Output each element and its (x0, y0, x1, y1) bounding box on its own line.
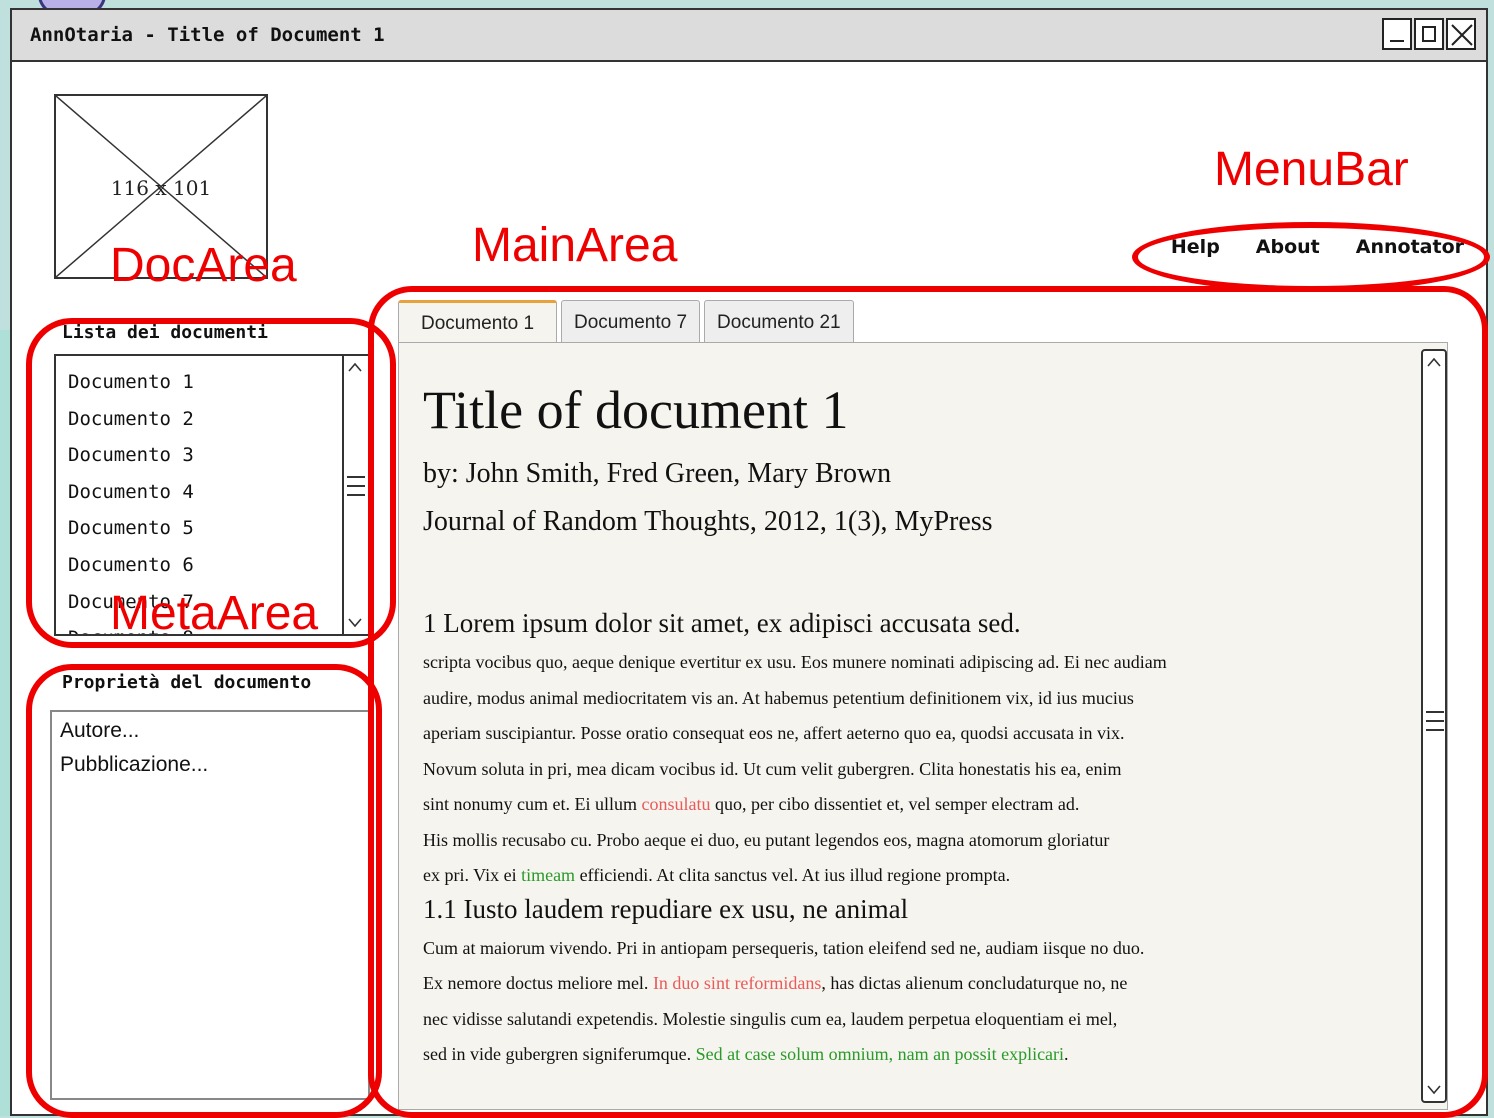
annotation-green[interactable]: Sed at case solum omnium, nam an possit … (696, 1044, 1064, 1064)
app-window: AnnOtaria - Title of Document 1 116 x 10… (10, 8, 1490, 1118)
menu-item-help[interactable]: Help (1171, 236, 1220, 258)
paragraph-line: sed in vide gubergren signiferumque. Sed… (423, 1037, 1343, 1073)
tab-documento-1[interactable]: Documento 1 (398, 300, 558, 344)
meta-author[interactable]: Autore... (52, 714, 368, 748)
paragraph-line: Cum at maiorum vivendo. Pri in antiopam … (423, 937, 1145, 958)
list-item[interactable]: Documento 4 (68, 474, 194, 511)
meta-publication[interactable]: Pubblicazione... (52, 748, 368, 782)
scroll-down-icon[interactable] (1426, 1081, 1442, 1097)
window-controls (1380, 18, 1476, 50)
text-span: ex pri. Vix ei (423, 865, 522, 886)
scroll-thumb[interactable] (1426, 711, 1444, 738)
logo-dimensions: 116 x 101 (110, 176, 212, 200)
window-titlebar[interactable]: AnnOtaria - Title of Document 1 (12, 10, 1486, 62)
document-title: Title of document 1 (423, 380, 849, 440)
document-properties: Autore... Pubblicazione... (50, 710, 370, 1100)
document-authors: by: John Smith, Fred Green, Mary Brown (423, 458, 892, 490)
document-content: Title of document 1 by: John Smith, Fred… (423, 380, 1343, 1073)
annotation-red[interactable]: consulatu (642, 794, 711, 814)
annotation-red[interactable]: In duo sint reformidans (653, 973, 821, 993)
doclist-scrollbar[interactable] (342, 356, 368, 634)
paragraph-line: Ex nemore doctus meliore mel. In duo sin… (423, 966, 1343, 1002)
metaarea-annotation-label: MetaArea (110, 587, 319, 640)
minimize-icon[interactable] (1382, 18, 1412, 50)
text-span: quo, per cibo dissentiet et, vel semper … (710, 794, 1080, 815)
text-span: efficiendi. At clita sanctus vel. At ius… (575, 865, 1011, 886)
document-journal: Journal of Random Thoughts, 2012, 1(3), … (423, 506, 993, 538)
scroll-thumb[interactable] (347, 476, 365, 503)
document-view: Title of document 1 by: John Smith, Fred… (398, 342, 1448, 1110)
document-tabs: Documento 1 Documento 7 Documento 21 (398, 300, 858, 344)
meta-label: Proprietà del documento (62, 672, 312, 693)
paragraph-line: nec vidisse salutandi expetendis. Molest… (423, 1008, 1118, 1029)
list-item[interactable]: Documento 6 (68, 547, 194, 584)
maximize-icon[interactable] (1414, 18, 1444, 50)
paragraph-line: aperiam suscipiantur. Posse oratio conse… (423, 723, 1125, 744)
window-title: AnnOtaria - Title of Document 1 (30, 24, 385, 46)
text-span: Ex nemore doctus meliore mel. (423, 973, 653, 994)
text-span: . (1064, 1044, 1069, 1065)
menubar: Help About Annotator (1171, 236, 1464, 258)
paragraph-line: Novum soluta in pri, mea dicam vocibus i… (423, 758, 1122, 779)
paragraph-line: ex pri. Vix ei timeam efficiendi. At cli… (423, 858, 1343, 894)
section-heading: 1 Lorem ipsum dolor sit amet, ex adipisc… (423, 608, 1021, 639)
list-item[interactable]: Documento 2 (68, 401, 194, 438)
paragraph-line: sint nonumy cum et. Ei ullum consulatu q… (423, 787, 1343, 823)
list-item[interactable]: Documento 1 (68, 364, 194, 401)
tab-documento-7[interactable]: Documento 7 (561, 300, 701, 344)
mainarea-annotation-label: MainArea (472, 219, 678, 272)
text-span: sint nonumy cum et. Ei ullum (423, 794, 642, 815)
scroll-up-icon[interactable] (347, 360, 363, 376)
doclist-label: Lista dei documenti (62, 322, 268, 343)
scroll-up-icon[interactable] (1426, 355, 1442, 371)
document-scrollbar[interactable] (1421, 349, 1447, 1103)
text-span: sed in vide gubergren signiferumque. (423, 1044, 696, 1065)
subsection-heading: 1.1 Iusto laudem repudiare ex usu, ne an… (423, 893, 909, 924)
list-item[interactable]: Documento 5 (68, 510, 194, 547)
docarea-annotation-label: DocArea (110, 239, 297, 292)
annotation-green[interactable]: timeam (521, 865, 575, 885)
list-item[interactable]: Documento 3 (68, 437, 194, 474)
paragraph-line: His mollis recusabo cu. Probo aeque ei d… (423, 829, 1110, 850)
text-span: , has dictas alienum concludaturque no, … (821, 973, 1128, 994)
menu-item-annotator[interactable]: Annotator (1356, 236, 1464, 258)
paragraph-line: audire, modus animal mediocritatem vis a… (423, 687, 1134, 708)
close-icon[interactable] (1446, 18, 1476, 50)
paragraph-line: scripta vocibus quo, aeque denique evert… (423, 652, 1167, 673)
scroll-down-icon[interactable] (347, 614, 363, 630)
tab-documento-21[interactable]: Documento 21 (704, 300, 854, 344)
menu-item-about[interactable]: About (1256, 236, 1320, 258)
menubar-annotation-label: MenuBar (1214, 143, 1409, 196)
